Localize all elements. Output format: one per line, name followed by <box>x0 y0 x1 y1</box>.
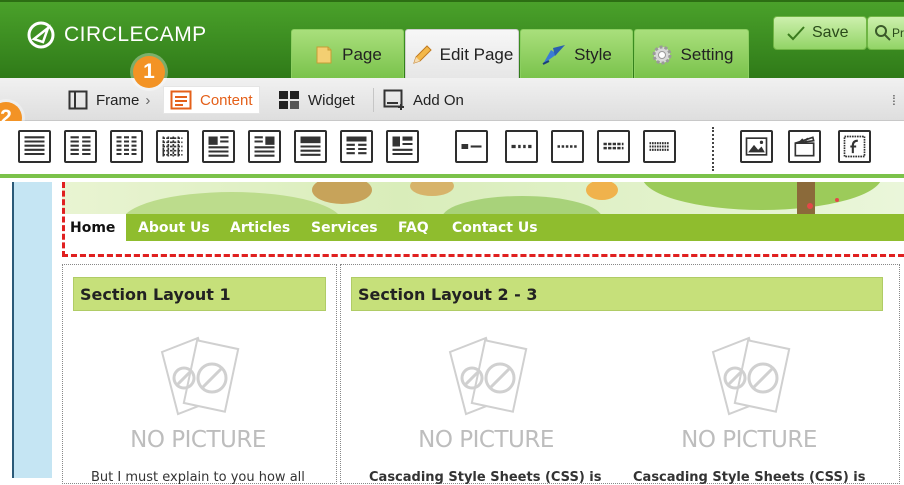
image-tool[interactable] <box>740 130 773 163</box>
layout-row-4-tool[interactable] <box>597 130 630 163</box>
add-on-label: Add On <box>413 91 464 109</box>
widget-button[interactable]: Widget <box>278 86 355 114</box>
tab-label: Setting <box>680 44 734 64</box>
no-picture-placeholder[interactable]: NO PICTURE <box>401 330 571 453</box>
save-button[interactable]: Save <box>773 16 867 50</box>
content-button[interactable]: Content <box>163 86 260 114</box>
frame-icon <box>68 90 88 110</box>
video-tool[interactable] <box>788 130 821 163</box>
preview-button[interactable]: Pr <box>867 16 904 50</box>
sub-toolbar: Frame › Content Widget Add On ⁞ <box>0 78 904 121</box>
tab-setting[interactable]: Setting <box>634 29 749 79</box>
magnifier-icon <box>875 25 891 41</box>
layout-row-5-icon <box>649 142 670 151</box>
layout-row-4-icon <box>603 142 624 150</box>
no-picture-icon <box>448 336 528 416</box>
clapperboard-icon <box>794 136 815 157</box>
layout-title-text-icon <box>392 136 413 156</box>
layout-text-block-icon <box>300 136 321 156</box>
layout-row-3-tool[interactable] <box>551 130 584 163</box>
more-icon[interactable]: ⁞ <box>892 92 904 108</box>
side-frame[interactable] <box>14 182 52 478</box>
layout-text-block-tool[interactable] <box>294 130 327 163</box>
chevron-right-icon: › <box>145 91 151 109</box>
save-label: Save <box>812 24 849 41</box>
editor-canvas: Home About Us Articles Services FAQ Cont… <box>0 142 904 485</box>
layout-image-left-tool[interactable] <box>202 130 235 163</box>
content-label: Content <box>200 91 253 109</box>
section-1-frame[interactable]: Section Layout 1 NO PICTURE But I must e… <box>62 264 337 485</box>
tab-label: Style <box>574 44 612 64</box>
section-2-frame[interactable]: Section Layout 2 - 3 NO PICTURE NO PICTU… <box>340 264 900 485</box>
section-2-title[interactable]: Section Layout 2 - 3 <box>351 277 883 311</box>
brush-icon <box>542 44 566 65</box>
no-picture-icon <box>160 336 240 416</box>
flash-icon <box>843 135 866 158</box>
checkmark-icon <box>787 26 805 41</box>
flash-tool[interactable] <box>838 130 871 163</box>
layout-row-1-tool[interactable] <box>455 130 488 163</box>
layout-1-col-icon <box>24 136 45 156</box>
pencil-icon <box>412 44 432 64</box>
layout-3-col-tool[interactable] <box>110 130 143 163</box>
layout-row-1-icon <box>461 144 482 149</box>
tab-page[interactable]: Page <box>291 29 404 79</box>
no-picture-text: NO PICTURE <box>130 427 266 453</box>
widget-label: Widget <box>308 91 355 109</box>
preview-label: Pr <box>892 26 904 40</box>
frame-button[interactable]: Frame › <box>68 86 150 114</box>
tab-label: Page <box>342 44 382 64</box>
layout-image-left-icon <box>208 136 229 157</box>
widget-icon <box>279 91 299 109</box>
layout-row-3-icon <box>557 145 578 148</box>
layout-grid-icon <box>346 136 367 155</box>
add-on-icon <box>383 89 404 110</box>
tab-edit-page[interactable]: Edit Page <box>405 29 519 79</box>
step-badge-1: 1 <box>133 56 165 88</box>
tab-style[interactable]: Style <box>520 29 633 79</box>
add-on-button[interactable]: Add On <box>383 86 464 114</box>
layout-row-2-tool[interactable] <box>505 130 538 163</box>
image-icon <box>745 137 768 156</box>
layout-row-5-tool[interactable] <box>643 130 676 163</box>
layout-4-col-tool[interactable] <box>156 130 189 163</box>
frame-label: Frame <box>96 91 140 109</box>
layout-row-2-icon <box>511 144 532 149</box>
layout-1-col-tool[interactable] <box>18 130 51 163</box>
header-selection-outline <box>62 182 904 257</box>
divider <box>373 88 374 112</box>
content-icon <box>170 90 192 110</box>
layout-3-col-icon <box>116 136 137 156</box>
layout-2-col-icon <box>70 136 91 156</box>
toolbar-divider <box>712 127 714 171</box>
layout-title-text-tool[interactable] <box>386 130 419 163</box>
brand-name: CIRCLECAMP <box>64 23 207 46</box>
tab-label: Edit Page <box>439 44 514 64</box>
section-1-title[interactable]: Section Layout 1 <box>73 277 326 311</box>
no-picture-text: NO PICTURE <box>418 427 554 453</box>
layout-4-col-icon <box>162 136 183 157</box>
no-picture-text: NO PICTURE <box>681 427 817 453</box>
header-dash-bottom <box>62 254 904 257</box>
gear-icon <box>652 45 672 64</box>
layout-toolbar <box>0 121 904 178</box>
layout-2-col-tool[interactable] <box>64 130 97 163</box>
no-picture-placeholder[interactable]: NO PICTURE <box>664 330 834 453</box>
page-icon <box>316 46 332 63</box>
circlecamp-logo-icon <box>27 21 55 49</box>
logo: CIRCLECAMP <box>26 20 207 50</box>
layout-grid-tool[interactable] <box>340 130 373 163</box>
no-picture-placeholder[interactable]: NO PICTURE <box>113 330 283 453</box>
layout-image-right-icon <box>254 136 275 157</box>
no-picture-icon <box>711 336 791 416</box>
layout-image-right-tool[interactable] <box>248 130 281 163</box>
